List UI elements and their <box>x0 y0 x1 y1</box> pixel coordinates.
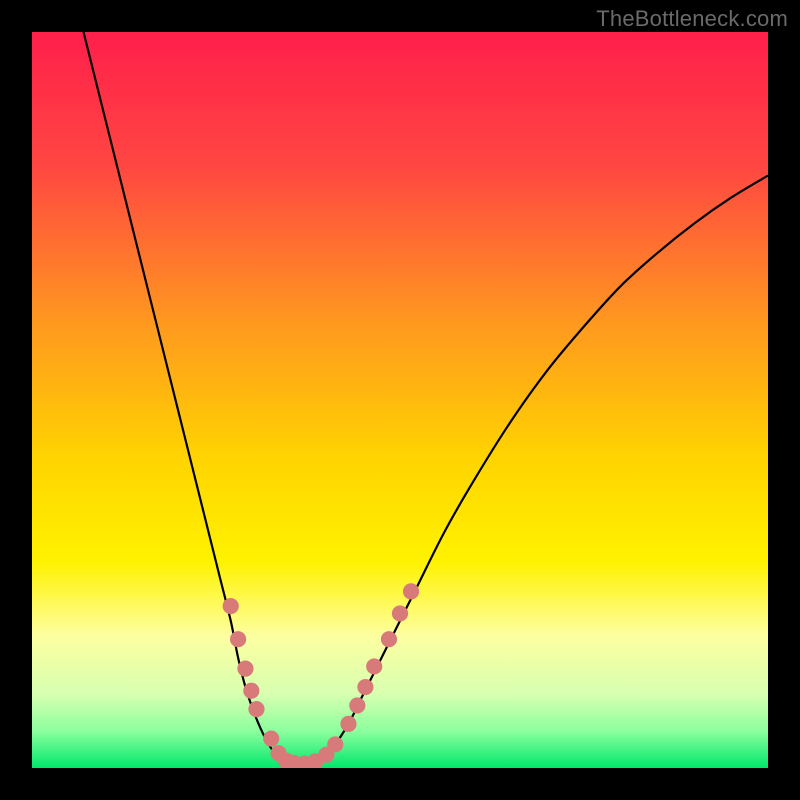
plot-area <box>32 32 768 768</box>
curve-markers <box>32 32 768 768</box>
watermark-text: TheBottleneck.com <box>596 6 788 32</box>
chart-frame: TheBottleneck.com <box>0 0 800 800</box>
